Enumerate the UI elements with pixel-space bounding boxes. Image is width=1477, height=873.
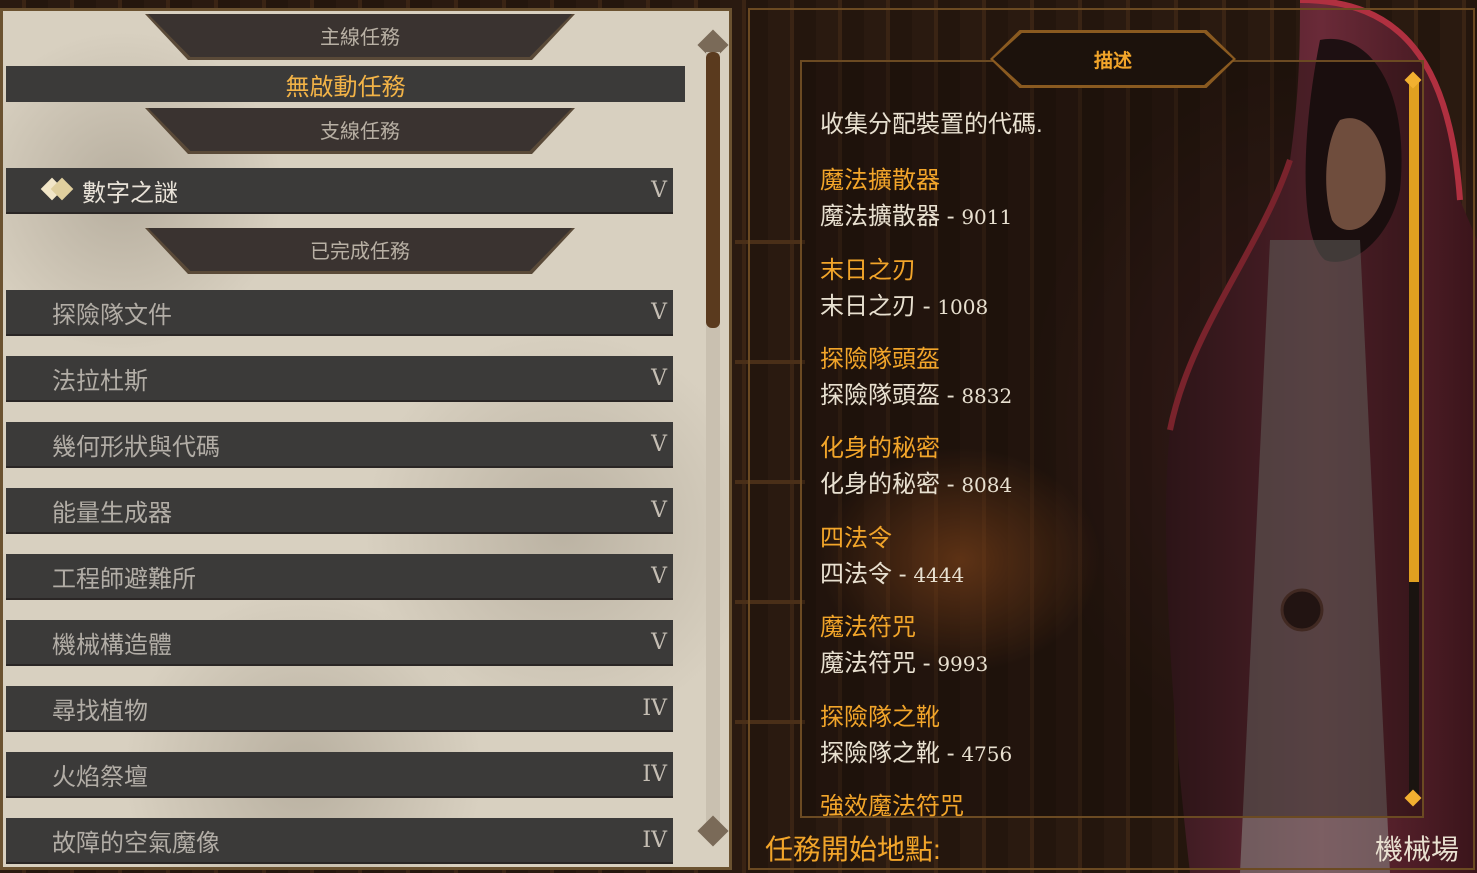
completed-quest-header-label: 已完成任務 <box>148 228 572 271</box>
quest-start-location-value: 機械場 <box>1374 834 1459 865</box>
device-code-line: 魔法擴散器 - 9011 <box>820 203 1013 230</box>
quest-level: V <box>651 431 667 457</box>
active-quest-row[interactable]: 無啟動任務 <box>6 66 685 102</box>
device-title: 化身的秘密 <box>820 435 940 462</box>
quest-level: IV <box>642 827 667 853</box>
completed-quest-row[interactable]: 故障的空氣魔像 IV <box>6 818 673 862</box>
quest-name: 尋找植物 <box>52 697 148 725</box>
device-code-line: 探險隊頭盔 - 8832 <box>820 382 1013 409</box>
device-title: 探險隊之靴 <box>820 704 940 731</box>
completed-quest-row[interactable]: 幾何形狀與代碼 V <box>6 422 673 466</box>
side-quest-header-label: 支線任務 <box>148 108 572 151</box>
quest-name: 數字之謎 <box>82 179 178 207</box>
device-name: 魔法符咒 <box>820 650 916 677</box>
completed-quest-row[interactable]: 工程師避難所 V <box>6 554 673 598</box>
quest-name: 幾何形狀與代碼 <box>52 433 220 461</box>
main-quest-header[interactable]: 主線任務 <box>145 14 575 60</box>
description-intro: 收集分配裝置的代碼. <box>820 111 1043 138</box>
quest-level: IV <box>642 695 667 721</box>
device-code: 1008 <box>937 295 989 319</box>
quest-level: V <box>651 497 667 523</box>
side-quest-row[interactable]: 數字之謎 V <box>6 168 673 212</box>
selected-diamond-icon <box>44 176 72 204</box>
completed-quest-row[interactable]: 法拉杜斯 V <box>6 356 673 400</box>
device-code: 8832 <box>961 384 1013 408</box>
main-quest-header-label: 主線任務 <box>148 14 572 57</box>
description-tab[interactable]: 描述 <box>990 30 1236 88</box>
quest-level: IV <box>642 761 667 787</box>
device-name: 化身的秘密 <box>820 471 940 498</box>
quest-level: V <box>651 563 667 589</box>
device-title: 強效魔法符咒 <box>820 793 964 820</box>
device-title: 魔法擴散器 <box>820 167 940 194</box>
completed-quest-header[interactable]: 已完成任務 <box>145 228 575 274</box>
completed-quest-row[interactable]: 探險隊文件 V <box>6 290 673 334</box>
quest-name: 火焰祭壇 <box>52 763 148 791</box>
description-tab-label: 描述 <box>993 33 1233 85</box>
quest-name: 故障的空氣魔像 <box>52 829 220 857</box>
device-title: 魔法符咒 <box>820 614 916 641</box>
device-code: 9011 <box>961 205 1013 229</box>
device-name: 四法令 <box>820 561 892 588</box>
scroll-thumb[interactable] <box>1409 82 1419 582</box>
quest-level: V <box>651 629 667 655</box>
quest-list-scrollbar[interactable] <box>697 29 729 852</box>
completed-quest-row[interactable]: 尋找植物 IV <box>6 686 673 730</box>
quest-name: 能量生成器 <box>52 499 172 527</box>
quest-level: V <box>651 299 667 325</box>
device-title: 探險隊頭盔 <box>820 346 940 373</box>
device-name: 末日之刃 <box>820 293 916 320</box>
device-title: 末日之刃 <box>820 257 916 284</box>
quest-level: V <box>651 177 667 203</box>
device-code-line: 探險隊之靴 - 4756 <box>820 740 1013 767</box>
device-name: 探險隊頭盔 <box>820 382 940 409</box>
active-quest-label: 無啟動任務 <box>285 73 406 101</box>
device-name: 魔法擴散器 <box>820 203 940 230</box>
quest-name: 機械構造體 <box>52 631 172 659</box>
quest-start-location-label: 任務開始地點: <box>765 834 941 865</box>
device-code-line: 化身的秘密 - 8084 <box>820 471 1013 498</box>
quest-level: V <box>651 365 667 391</box>
side-quest-header[interactable]: 支線任務 <box>145 108 575 154</box>
device-code: 8084 <box>961 473 1013 497</box>
description-scrollbar[interactable] <box>1404 71 1422 807</box>
device-code: 4756 <box>961 742 1013 766</box>
quest-name: 法拉杜斯 <box>52 367 148 395</box>
device-code-line: 魔法符咒 - 9993 <box>820 650 989 677</box>
device-code-line: 四法令 - 4444 <box>820 561 965 588</box>
device-code: 9993 <box>937 652 989 676</box>
quest-name: 工程師避難所 <box>52 565 196 593</box>
device-title: 四法令 <box>820 525 892 552</box>
completed-quest-row[interactable]: 火焰祭壇 IV <box>6 752 673 796</box>
scroll-thumb[interactable] <box>706 52 720 328</box>
device-code: 4444 <box>913 563 965 587</box>
completed-quest-row[interactable]: 能量生成器 V <box>6 488 673 532</box>
completed-quest-row[interactable]: 機械構造體 V <box>6 620 673 664</box>
device-code-line: 末日之刃 - 1008 <box>820 293 989 320</box>
device-name: 探險隊之靴 <box>820 740 940 767</box>
quest-name: 探險隊文件 <box>52 301 172 329</box>
